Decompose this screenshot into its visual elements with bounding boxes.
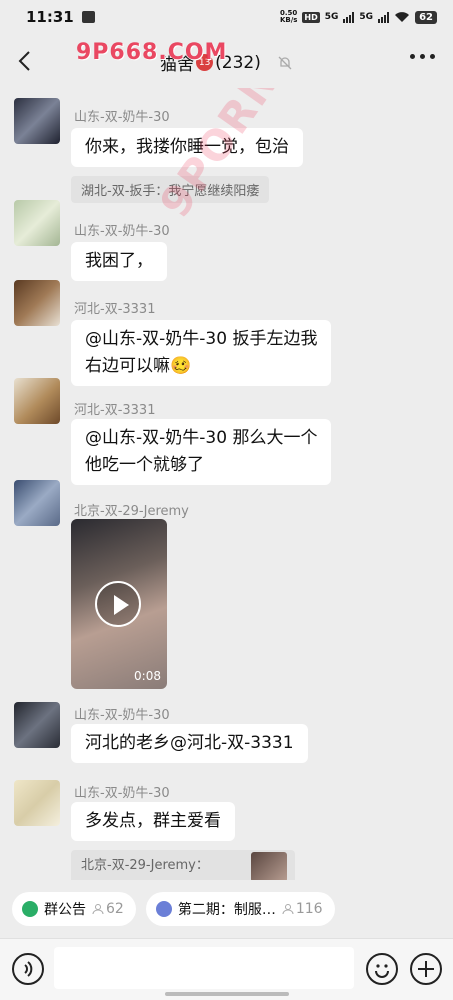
add-attachment-icon[interactable] bbox=[410, 953, 442, 985]
message-text-line: @山东-双-奶牛-30 那么大一个 bbox=[85, 428, 318, 448]
message-sender: 河北-双-3331 bbox=[74, 302, 156, 317]
play-icon[interactable] bbox=[95, 581, 141, 627]
message-sender: 山东-双-奶牛-30 bbox=[74, 708, 170, 723]
message-sender: 河北-双-3331 bbox=[74, 403, 156, 418]
more-options-icon[interactable] bbox=[410, 54, 435, 59]
person-icon bbox=[92, 904, 104, 915]
quoted-message[interactable]: 北京-双-29-Jeremy： bbox=[71, 850, 295, 880]
status-indicators: 0.50 KB/s HD 5G 5G 62 bbox=[280, 10, 437, 24]
emoji-icon[interactable] bbox=[366, 953, 398, 985]
message-bubble[interactable]: @山东-双-奶牛-30 那么大一个 他吃一个就够了 bbox=[71, 419, 332, 485]
signal-icon-2 bbox=[378, 11, 390, 23]
voice-input-icon[interactable] bbox=[12, 953, 44, 985]
message-bubble[interactable]: 我困了， bbox=[71, 242, 167, 281]
battery-indicator: 62 bbox=[415, 10, 437, 24]
topic-icon bbox=[155, 901, 172, 917]
status-bar: 11:31 0.50 KB/s HD 5G 5G 62 bbox=[0, 0, 453, 34]
avatar[interactable] bbox=[14, 780, 60, 826]
message-sender: 山东-双-奶牛-30 bbox=[74, 786, 170, 801]
avatar[interactable] bbox=[14, 200, 60, 246]
quoted-sender: 北京-双-29-Jeremy： bbox=[81, 858, 209, 873]
person-icon bbox=[282, 904, 294, 915]
network-type-1: 5G bbox=[324, 12, 339, 22]
avatar[interactable] bbox=[14, 280, 60, 326]
message-sender: 山东-双-奶牛-30 bbox=[74, 110, 170, 125]
avatar[interactable] bbox=[14, 480, 60, 526]
video-duration: 0:08 bbox=[134, 669, 161, 683]
pinned-count: 62 bbox=[92, 901, 124, 917]
pinned-topic[interactable]: 第二期：制服… 116 bbox=[145, 892, 335, 926]
mute-bell-icon bbox=[278, 56, 292, 69]
avatar[interactable] bbox=[14, 702, 60, 748]
home-indicator bbox=[165, 992, 289, 996]
message-sender: 北京-双-29-Jeremy bbox=[74, 504, 189, 519]
chat-messages[interactable]: 山东-双-奶牛-30 你来，我搂你睡一觉，包治 湖北-双-扳手：我宁愿继续阳痿 … bbox=[0, 88, 453, 880]
message-bubble[interactable]: 河北的老乡@河北-双-3331 bbox=[71, 724, 308, 763]
message-text-line: 右边可以嘛🥴 bbox=[85, 356, 192, 376]
signal-icon bbox=[343, 11, 355, 23]
hd-icon: HD bbox=[302, 11, 320, 23]
avatar[interactable] bbox=[14, 98, 60, 144]
avatar[interactable] bbox=[14, 378, 60, 424]
input-bar bbox=[0, 938, 453, 1000]
pinned-items-bar: 群公告 62 第二期：制服… 116 bbox=[0, 880, 453, 938]
message-bubble[interactable]: 多发点，群主爱看 bbox=[71, 802, 235, 841]
network-speed: 0.50 KB/s bbox=[279, 9, 298, 24]
pinned-count: 116 bbox=[282, 901, 323, 917]
pinned-label: 群公告 bbox=[44, 902, 86, 918]
message-sender: 山东-双-奶牛-30 bbox=[74, 224, 170, 239]
message-bubble[interactable]: @山东-双-奶牛-30 扳手左边我 右边可以嘛🥴 bbox=[71, 320, 332, 386]
status-time: 11:31 bbox=[26, 8, 74, 26]
message-text-line: 他吃一个就够了 bbox=[85, 455, 204, 475]
message-input[interactable] bbox=[54, 947, 354, 989]
message-text-line: @山东-双-奶牛-30 扳手左边我 bbox=[85, 329, 318, 349]
video-message[interactable]: 0:08 bbox=[71, 519, 167, 689]
message-notification-icon bbox=[81, 11, 95, 23]
network-type-2: 5G bbox=[359, 12, 374, 22]
pinned-announcement[interactable]: 群公告 62 bbox=[12, 892, 136, 926]
quoted-video-thumb bbox=[251, 852, 287, 880]
announcement-icon bbox=[22, 901, 38, 917]
watermark-logo: 9P668.COM bbox=[76, 40, 228, 65]
pinned-label: 第二期：制服… bbox=[177, 902, 276, 918]
wifi-icon bbox=[395, 12, 410, 22]
